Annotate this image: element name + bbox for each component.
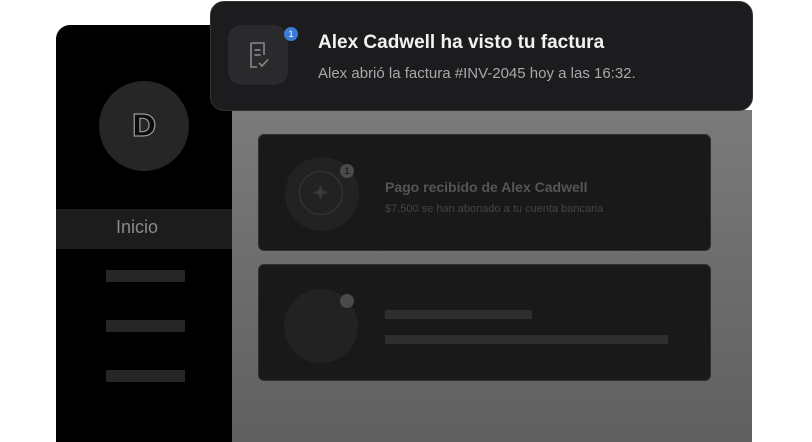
card-badge: 1 bbox=[340, 164, 354, 178]
card-title: Pago recibido de Alex Cadwell bbox=[385, 179, 588, 195]
text-placeholder-line bbox=[385, 335, 668, 344]
notification-badge: 1 bbox=[284, 27, 298, 41]
card-badge-placeholder bbox=[340, 294, 354, 308]
notification-message: Alex abrió la factura #INV-2045 hoy a la… bbox=[318, 65, 636, 82]
payment-coin-icon bbox=[299, 171, 343, 215]
invoice-check-icon bbox=[250, 42, 269, 68]
sidebar-item-placeholder[interactable] bbox=[106, 320, 185, 332]
notification-card-payment[interactable]: 1 Pago recibido de Alex Cadwell $7,500 s… bbox=[258, 134, 711, 251]
notification-card-placeholder[interactable] bbox=[258, 264, 711, 381]
sidebar-item-placeholder[interactable] bbox=[106, 370, 185, 382]
sidebar-item-placeholder[interactable] bbox=[106, 270, 185, 282]
notification-title: Alex Cadwell ha visto tu factura bbox=[318, 32, 605, 53]
avatar-initial: D bbox=[131, 108, 157, 144]
invoice-icon-box bbox=[228, 25, 288, 85]
sidebar-item-label: Inicio bbox=[116, 217, 159, 237]
notification-toast[interactable]: 1 Alex Cadwell ha visto tu factura Alex … bbox=[210, 1, 753, 111]
text-placeholder-line bbox=[385, 310, 532, 319]
card-subtitle: $7,500 se han abonado a tu cuenta bancar… bbox=[385, 203, 604, 215]
avatar[interactable]: D bbox=[99, 81, 189, 171]
